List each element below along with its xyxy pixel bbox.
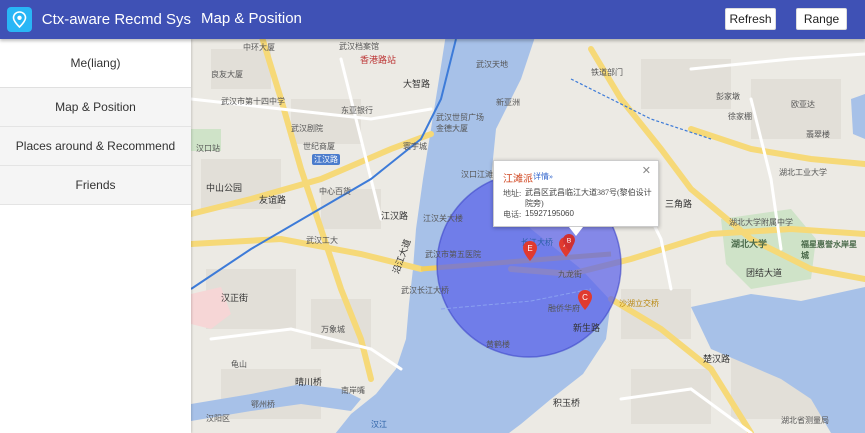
map-label: 中环大厦	[243, 43, 275, 52]
range-button[interactable]: Range	[796, 8, 847, 30]
map-label: 中心百货	[319, 187, 351, 196]
map-label: 新生路	[573, 323, 601, 333]
phone-value: 15927195060	[525, 209, 574, 218]
map-label: 武汉世贸广场	[436, 113, 484, 122]
map-label: 湖北大学	[731, 239, 768, 249]
marker-label: C	[582, 293, 588, 302]
address-value: 武昌区武昌临江大道387号(黎伯设计院旁)	[525, 188, 652, 208]
page-title: Map & Position	[201, 10, 302, 27]
map-label: 汉阳区	[206, 414, 230, 423]
map-label: 福星惠誉水岸星城	[801, 240, 857, 260]
map-canvas	[191, 39, 865, 433]
top-app-bar: Ctx-aware Recmd Sys Map & Position Refre…	[0, 0, 865, 39]
map-label: 湖北大学附属中学	[729, 218, 793, 227]
sidebar-item-map-position[interactable]: Map & Position	[0, 88, 191, 127]
map-label: 积玉桥	[553, 398, 581, 408]
address-label: 地址:	[503, 189, 522, 198]
sidebar: Me(liang) Map & Position Places around &…	[0, 39, 191, 433]
map-label: 万象城	[321, 325, 345, 334]
map-label: 汉口江滩	[461, 170, 493, 179]
map-label: 香港路站	[360, 55, 397, 65]
map-label: 晴川桥	[295, 377, 323, 387]
map-label: 沙湖立交桥	[619, 299, 659, 308]
map-label: 寰宇城	[403, 142, 427, 151]
map-label: 融侨华府	[548, 304, 580, 313]
map-view[interactable]: 中环大厦 武汉档案馆 香港路站 大智路 良友大厦 武汉市第十四中学 东亚银行 新…	[191, 39, 865, 433]
map-label: 新亚洲	[496, 98, 520, 107]
details-link[interactable]: 详情»	[533, 171, 553, 182]
marker-label: B	[567, 238, 572, 245]
map-label: 南岸嘴	[341, 386, 365, 395]
map-label: 武汉市第五医院	[425, 250, 481, 259]
map-label: 武汉档案馆	[339, 42, 379, 51]
refresh-button[interactable]: Refresh	[725, 8, 776, 30]
map-label: 大智路	[403, 79, 431, 89]
map-label: 湖北工业大学	[779, 168, 827, 177]
map-label: 黄鹤楼	[486, 340, 510, 349]
map-label: 东亚银行	[341, 106, 373, 115]
map-label: 翡翠楼	[806, 130, 830, 139]
map-label: 彭家墩	[716, 92, 740, 101]
map-label: 汉正街	[221, 293, 249, 303]
map-label: 楚汉路	[703, 354, 731, 364]
map-label: 友谊路	[259, 195, 287, 205]
phone-label: 电话:	[503, 210, 522, 219]
map-label: 汉口站	[196, 144, 220, 153]
map-label: 九龙街	[558, 270, 582, 279]
map-label: 徐家棚	[728, 112, 752, 121]
road-sign: 江汉路	[312, 154, 340, 165]
map-label: 湖北省测量局	[781, 416, 829, 425]
map-label: 团结大道	[746, 268, 783, 278]
map-label: 中山公园	[206, 183, 243, 193]
map-label: 武汉市第十四中学	[221, 97, 285, 106]
map-label: 三角路	[665, 199, 693, 209]
place-info-window: 江滩派 详情» ✕ 地址: 武昌区武昌临江大道387号(黎伯设计院旁) 电话: …	[493, 160, 659, 227]
map-label: 江汉路	[381, 211, 409, 221]
place-title: 江滩派	[503, 174, 533, 185]
map-label: 武汉天地	[476, 60, 508, 69]
sidebar-item-friends[interactable]: Friends	[0, 166, 191, 205]
map-label: 欧亚达	[791, 100, 815, 109]
map-label: 龟山	[231, 360, 247, 369]
map-label: 武汉剧院	[291, 124, 323, 133]
close-icon[interactable]: ✕	[642, 164, 651, 177]
location-pin-icon	[7, 7, 32, 32]
map-label: 汉江	[371, 420, 387, 429]
map-label: 江汉关大楼	[423, 214, 463, 223]
sidebar-item-user[interactable]: Me(liang)	[0, 39, 191, 88]
map-label: 武汉工大	[306, 236, 338, 245]
brand: Ctx-aware Recmd Sys	[0, 0, 191, 39]
info-window-pointer	[569, 227, 583, 236]
map-label: 良友大厦	[211, 70, 243, 79]
marker-label: E	[527, 244, 532, 253]
map-label: 铁道部门	[591, 68, 623, 77]
map-label: 鄂州桥	[251, 400, 275, 409]
sidebar-item-places-around[interactable]: Places around & Recommend	[0, 127, 191, 166]
map-label: 世纪商厦	[303, 142, 335, 151]
app-title: Ctx-aware Recmd Sys	[41, 11, 191, 28]
map-label: 武汉长江大桥	[401, 286, 449, 295]
map-label: 金德大厦	[436, 124, 468, 133]
